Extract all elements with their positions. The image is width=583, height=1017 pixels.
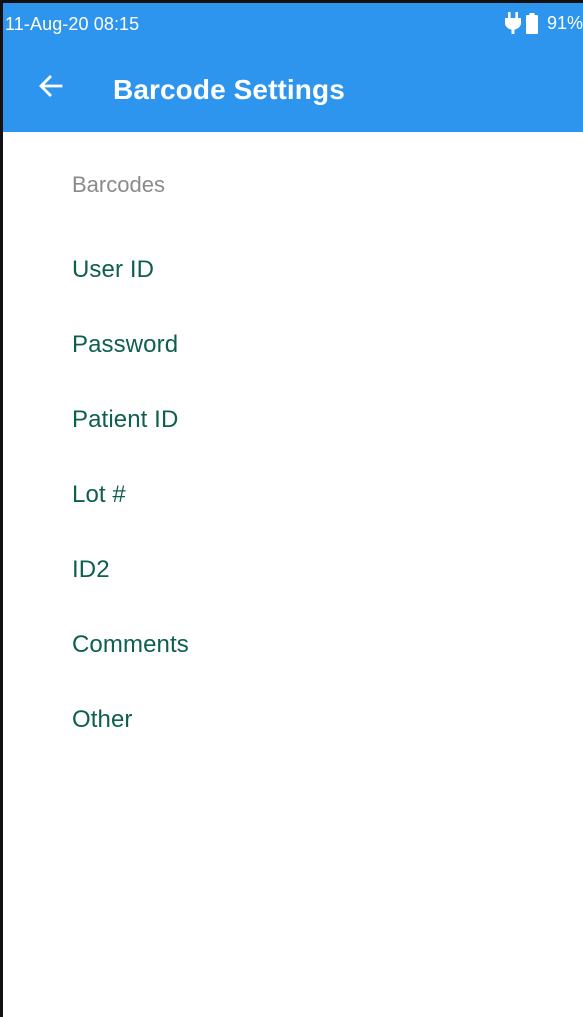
setting-item-lot-number[interactable]: Lot #: [3, 457, 583, 532]
setting-item-label: Comments: [72, 631, 189, 658]
status-time: 11-Aug-20 08:15: [5, 14, 140, 34]
plug-icon: [504, 12, 522, 34]
page-title: Barcode Settings: [113, 74, 345, 105]
status-bar: 11-Aug-20 08:15 91%: [3, 3, 583, 43]
app-bar: 11-Aug-20 08:15 91% Barcode Settings: [3, 3, 583, 132]
battery-percentage: 91%: [546, 13, 583, 33]
section-header-barcodes: Barcodes: [72, 172, 165, 197]
setting-item-label: Password: [72, 331, 179, 358]
setting-item-label: Lot #: [72, 481, 126, 508]
app-screen: 11-Aug-20 08:15 91% Barcode Settings Bar…: [0, 0, 583, 1017]
setting-item-label: Other: [72, 706, 133, 733]
setting-item-patient-id[interactable]: Patient ID: [3, 382, 583, 457]
toolbar: Barcode Settings: [3, 43, 583, 132]
battery-icon: [525, 12, 538, 34]
back-button[interactable]: [30, 65, 72, 107]
setting-item-user-id[interactable]: User ID: [3, 232, 583, 307]
setting-item-label: ID2: [72, 556, 110, 583]
barcode-settings-list: User ID Password Patient ID Lot # ID2 Co…: [3, 232, 583, 757]
back-arrow-icon: [39, 75, 63, 97]
setting-item-label: User ID: [72, 256, 155, 283]
status-indicators: 91%: [504, 11, 583, 35]
setting-item-label: Patient ID: [72, 406, 179, 433]
setting-item-id2[interactable]: ID2: [3, 532, 583, 607]
setting-item-comments[interactable]: Comments: [3, 607, 583, 682]
setting-item-other[interactable]: Other: [3, 682, 583, 757]
setting-item-password[interactable]: Password: [3, 307, 583, 382]
